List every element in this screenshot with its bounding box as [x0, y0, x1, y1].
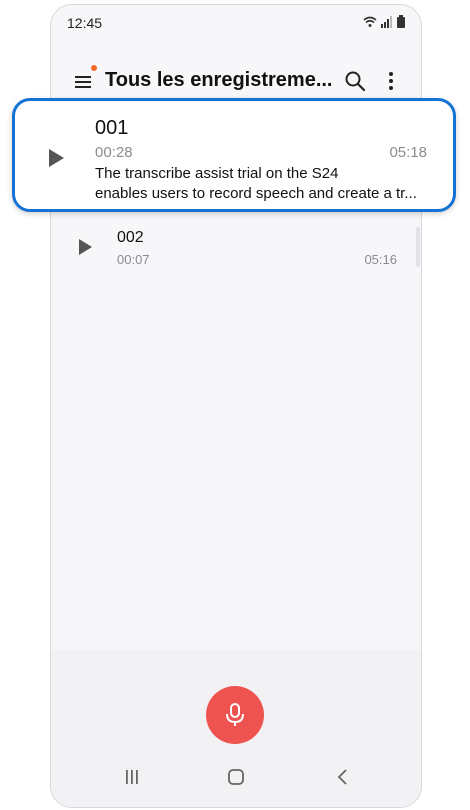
- recording-title: 001: [95, 117, 129, 139]
- search-icon[interactable]: [343, 69, 367, 93]
- bottom-area: [51, 650, 421, 807]
- more-vertical-icon[interactable]: [381, 69, 401, 93]
- play-icon[interactable]: [45, 147, 67, 169]
- battery-icon: [397, 15, 405, 28]
- menu-icon[interactable]: [73, 71, 95, 93]
- transcript-line: The transcribe assist trial on the S24: [95, 165, 339, 182]
- list-item-001-highlighted[interactable]: 001 00:28 05:18 The transcribe assist tr…: [12, 98, 456, 212]
- wifi-icon: [363, 16, 377, 27]
- recording-duration: 00:28: [95, 144, 133, 161]
- home-icon[interactable]: [227, 768, 245, 786]
- status-bar: 12:45: [51, 5, 421, 39]
- back-icon[interactable]: [334, 768, 352, 786]
- status-time: 12:45: [67, 15, 103, 31]
- notification-dot: [91, 65, 97, 71]
- status-icons: [363, 15, 405, 28]
- signal-icon: [381, 15, 392, 28]
- page-title: Tous les enregistreme...: [105, 69, 333, 91]
- play-icon[interactable]: [75, 237, 95, 257]
- transcript-line: enables users to record speech and creat…: [95, 185, 417, 202]
- app-bar: Tous les enregistreme...: [51, 63, 421, 103]
- recording-title: 002: [117, 229, 144, 246]
- recording-duration: 00:07: [117, 252, 150, 267]
- recording-time: 05:18: [389, 144, 427, 161]
- recent-apps-icon[interactable]: [123, 768, 141, 786]
- list-item-002[interactable]: 002 00:07 05:16: [51, 225, 421, 273]
- transcript-preview: The transcribe assist trial on the S24 e…: [95, 164, 431, 204]
- recording-time: 05:16: [364, 252, 397, 267]
- navigation-bar: [51, 760, 421, 804]
- microphone-icon: [226, 703, 244, 726]
- record-button[interactable]: [206, 686, 264, 744]
